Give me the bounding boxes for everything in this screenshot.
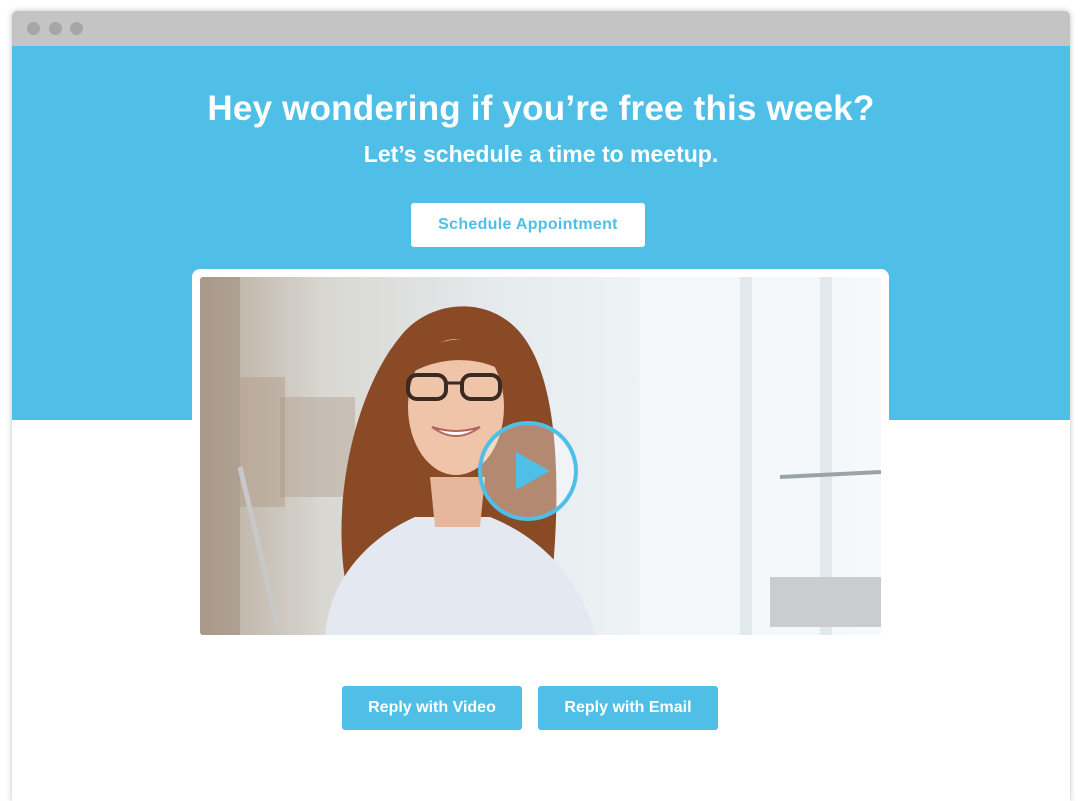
window-close-dot[interactable] [27,22,40,35]
page-subheadline: Let’s schedule a time to meetup. [363,141,719,167]
play-icon [516,452,550,490]
window-maximize-dot[interactable] [70,22,83,35]
reply-with-email-button[interactable]: Reply with Email [538,686,718,730]
play-button[interactable] [478,421,578,521]
bg-window-pane [740,277,752,635]
schedule-appointment-button[interactable]: Schedule Appointment [411,203,645,247]
reply-with-video-button[interactable]: Reply with Video [342,686,522,730]
desk-papers [770,577,881,627]
woman-neck [430,477,485,527]
bg-board [280,397,355,497]
window-minimize-dot[interactable] [49,22,62,35]
bg-shelf [200,277,240,635]
window-titlebar [12,11,1070,46]
page-headline: Hey wondering if you’re free this week? [207,89,875,128]
browser-window: Hey wondering if you’re free this week? … [12,11,1070,801]
video-card [192,269,889,646]
video-player[interactable] [200,277,881,635]
